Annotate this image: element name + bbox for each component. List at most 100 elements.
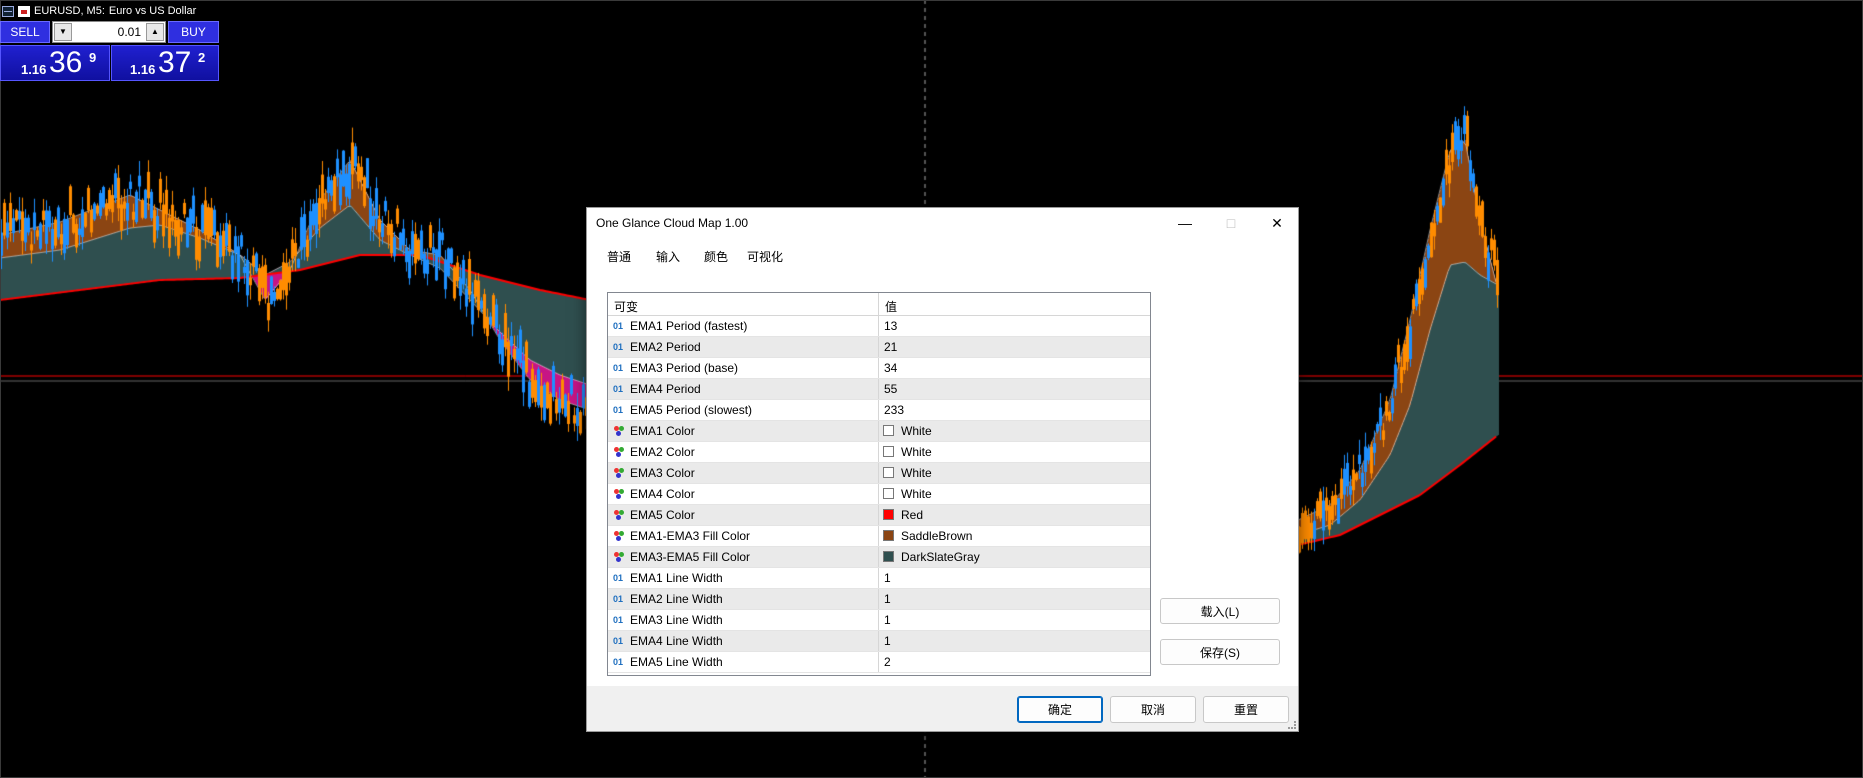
- load-button[interactable]: 载入(L): [1160, 598, 1280, 624]
- close-icon[interactable]: ✕: [1254, 208, 1300, 238]
- variable-label: EMA2 Line Width: [630, 592, 723, 606]
- table-row[interactable]: EMA3 Color White: [608, 463, 1150, 484]
- resize-grip-icon[interactable]: [1288, 721, 1296, 729]
- variable-label: EMA1 Line Width: [630, 571, 723, 585]
- table-row[interactable]: 01 EMA4 Period 55: [608, 379, 1150, 400]
- value-text[interactable]: 1: [884, 634, 891, 648]
- table-row[interactable]: 01 EMA3 Line Width 1: [608, 610, 1150, 631]
- color-swatch: [883, 488, 894, 499]
- maximize-icon: □: [1226, 215, 1236, 231]
- table-row[interactable]: 01 EMA3 Period (base) 34: [608, 358, 1150, 379]
- buy-price-button[interactable]: 1.16 37 2: [111, 45, 219, 81]
- variable-label: EMA2 Period: [630, 340, 701, 354]
- value-cell[interactable]: Red: [879, 505, 1150, 525]
- minimize-icon[interactable]: —: [1162, 208, 1208, 238]
- palette-icon: [614, 489, 624, 499]
- tab-visualization[interactable]: 可视化: [747, 248, 783, 268]
- value-cell[interactable]: 1: [879, 631, 1150, 651]
- sell-price-prefix: 1.16: [21, 62, 47, 77]
- table-row[interactable]: EMA3-EMA5 Fill Color DarkSlateGray: [608, 547, 1150, 568]
- integer-type-icon: 01: [613, 594, 624, 604]
- value-text[interactable]: White: [901, 424, 932, 438]
- table-row[interactable]: EMA4 Color White: [608, 484, 1150, 505]
- value-cell[interactable]: 55: [879, 379, 1150, 399]
- variable-label: EMA5 Period (slowest): [630, 403, 753, 417]
- value-text[interactable]: 2: [884, 655, 891, 669]
- table-header: 可变 值: [608, 293, 1150, 316]
- dialog-titlebar[interactable]: One Glance Cloud Map 1.00 — □ ✕: [587, 208, 1298, 238]
- value-text[interactable]: 233: [884, 403, 904, 417]
- value-cell[interactable]: White: [879, 463, 1150, 483]
- integer-type-icon: 01: [613, 384, 624, 394]
- table-row[interactable]: 01 EMA2 Period 21: [608, 337, 1150, 358]
- palette-icon: [614, 531, 624, 541]
- value-cell[interactable]: 13: [879, 316, 1150, 336]
- one-click-trading-icon[interactable]: [18, 5, 30, 17]
- table-row[interactable]: 01 EMA4 Line Width 1: [608, 631, 1150, 652]
- variable-label: EMA4 Line Width: [630, 634, 723, 648]
- value-cell[interactable]: 1: [879, 610, 1150, 630]
- value-text[interactable]: 1: [884, 592, 891, 606]
- table-row[interactable]: EMA2 Color White: [608, 442, 1150, 463]
- value-text[interactable]: White: [901, 445, 932, 459]
- save-button[interactable]: 保存(S): [1160, 639, 1280, 665]
- table-row[interactable]: EMA1 Color White: [608, 421, 1150, 442]
- lot-size-stepper[interactable]: ▼ 0.01 ▲: [52, 21, 166, 43]
- variable-label: EMA5 Line Width: [630, 655, 723, 669]
- variable-cell: 01 EMA5 Period (slowest): [608, 400, 879, 420]
- table-row[interactable]: 01 EMA2 Line Width 1: [608, 589, 1150, 610]
- cancel-button[interactable]: 取消: [1110, 696, 1196, 723]
- buy-price-fraction: 2: [198, 50, 206, 65]
- value-text[interactable]: SaddleBrown: [901, 529, 972, 543]
- tab-colors[interactable]: 颜色: [704, 248, 728, 268]
- variable-cell: 01 EMA5 Line Width: [608, 652, 879, 672]
- table-row[interactable]: 01 EMA5 Period (slowest) 233: [608, 400, 1150, 421]
- value-text[interactable]: 13: [884, 319, 897, 333]
- table-row[interactable]: 01 EMA1 Line Width 1: [608, 568, 1150, 589]
- value-cell[interactable]: 1: [879, 589, 1150, 609]
- value-text[interactable]: DarkSlateGray: [901, 550, 980, 564]
- palette-icon: [614, 510, 624, 520]
- table-row[interactable]: 01 EMA5 Line Width 2: [608, 652, 1150, 673]
- value-cell[interactable]: DarkSlateGray: [879, 547, 1150, 567]
- sell-price-button[interactable]: 1.16 36 9: [0, 45, 110, 81]
- table-row[interactable]: 01 EMA1 Period (fastest) 13: [608, 316, 1150, 337]
- value-text[interactable]: 1: [884, 613, 891, 627]
- table-row[interactable]: EMA1-EMA3 Fill Color SaddleBrown: [608, 526, 1150, 547]
- value-text[interactable]: 21: [884, 340, 897, 354]
- value-text[interactable]: 55: [884, 382, 897, 396]
- value-cell[interactable]: 1: [879, 568, 1150, 588]
- sell-price-fraction: 9: [89, 50, 97, 65]
- variable-cell: 01 EMA3 Period (base): [608, 358, 879, 378]
- tab-common[interactable]: 普通: [607, 248, 631, 268]
- value-cell[interactable]: 34: [879, 358, 1150, 378]
- sell-button[interactable]: SELL: [0, 21, 50, 43]
- value-text[interactable]: 34: [884, 361, 897, 375]
- chevron-up-icon[interactable]: ▲: [146, 23, 164, 41]
- variable-cell: EMA3-EMA5 Fill Color: [608, 547, 879, 567]
- value-cell[interactable]: 233: [879, 400, 1150, 420]
- ok-button[interactable]: 确定: [1017, 696, 1103, 723]
- value-cell[interactable]: White: [879, 442, 1150, 462]
- reset-button[interactable]: 重置: [1203, 696, 1289, 723]
- value-cell[interactable]: 2: [879, 652, 1150, 672]
- buy-button[interactable]: BUY: [168, 21, 219, 43]
- value-text[interactable]: White: [901, 487, 932, 501]
- table-row[interactable]: EMA5 Color Red: [608, 505, 1150, 526]
- integer-type-icon: 01: [613, 636, 624, 646]
- lot-size-value[interactable]: 0.01: [118, 25, 141, 39]
- value-text[interactable]: Red: [901, 508, 923, 522]
- color-swatch: [883, 530, 894, 541]
- variable-cell: EMA1-EMA3 Fill Color: [608, 526, 879, 546]
- variable-label: EMA1-EMA3 Fill Color: [630, 529, 751, 543]
- palette-icon: [614, 468, 624, 478]
- chevron-down-icon[interactable]: ▼: [54, 23, 72, 41]
- color-swatch: [883, 446, 894, 457]
- value-cell[interactable]: White: [879, 484, 1150, 504]
- value-text[interactable]: 1: [884, 571, 891, 585]
- value-cell[interactable]: SaddleBrown: [879, 526, 1150, 546]
- value-cell[interactable]: White: [879, 421, 1150, 441]
- dialog-title: One Glance Cloud Map 1.00: [596, 216, 749, 230]
- value-text[interactable]: White: [901, 466, 932, 480]
- value-cell[interactable]: 21: [879, 337, 1150, 357]
